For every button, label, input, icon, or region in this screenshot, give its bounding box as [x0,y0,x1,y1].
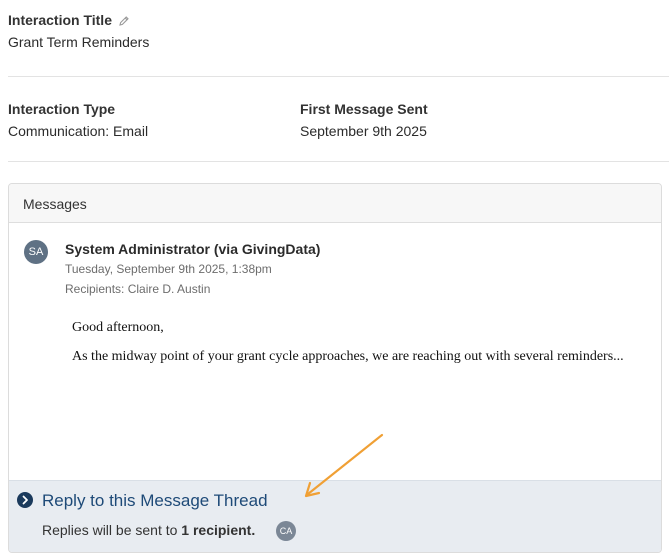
first-message-sent-value: September 9th 2025 [300,123,427,139]
reply-section: Reply to this Message Thread Replies wil… [9,480,661,552]
interaction-title-value: Grant Term Reminders [8,34,150,50]
interaction-type-label: Interaction Type [8,101,116,117]
chevron-right-circle-icon[interactable] [17,492,33,508]
message-recipients: Recipients: Claire D. Austin [65,282,211,296]
interaction-title-label: Interaction Title [8,12,112,28]
reply-to-thread-link[interactable]: Reply to this Message Thread [42,491,268,511]
messages-panel: Messages SA System Administrator (via Gi… [8,183,662,553]
message-timestamp: Tuesday, September 9th 2025, 1:38pm [65,262,272,276]
divider [8,161,669,162]
pencil-icon[interactable] [118,14,130,26]
interaction-title-field: Interaction Title Grant Term Reminders [8,12,149,50]
recipient-avatar: CA [276,521,296,541]
reply-recipient-count: 1 recipient. [181,522,256,538]
messages-header: Messages [9,184,661,223]
sender-avatar: SA [24,240,48,264]
reply-recipient-note: Replies will be sent to 1 recipient. [42,522,255,538]
reply-note-prefix: Replies will be sent to [42,522,182,538]
message-greeting: Good afternoon, [72,320,164,335]
first-message-sent-field: First Message Sent September 9th 2025 [300,101,428,139]
sender-name: System Administrator (via GivingData) [65,241,321,257]
interaction-type-value: Communication: Email [8,123,149,139]
interaction-type-field: Interaction Type Communication: Email [8,101,148,139]
divider [8,76,669,77]
first-message-sent-label: First Message Sent [300,101,428,117]
message-body: As the midway point of your grant cycle … [72,349,624,364]
